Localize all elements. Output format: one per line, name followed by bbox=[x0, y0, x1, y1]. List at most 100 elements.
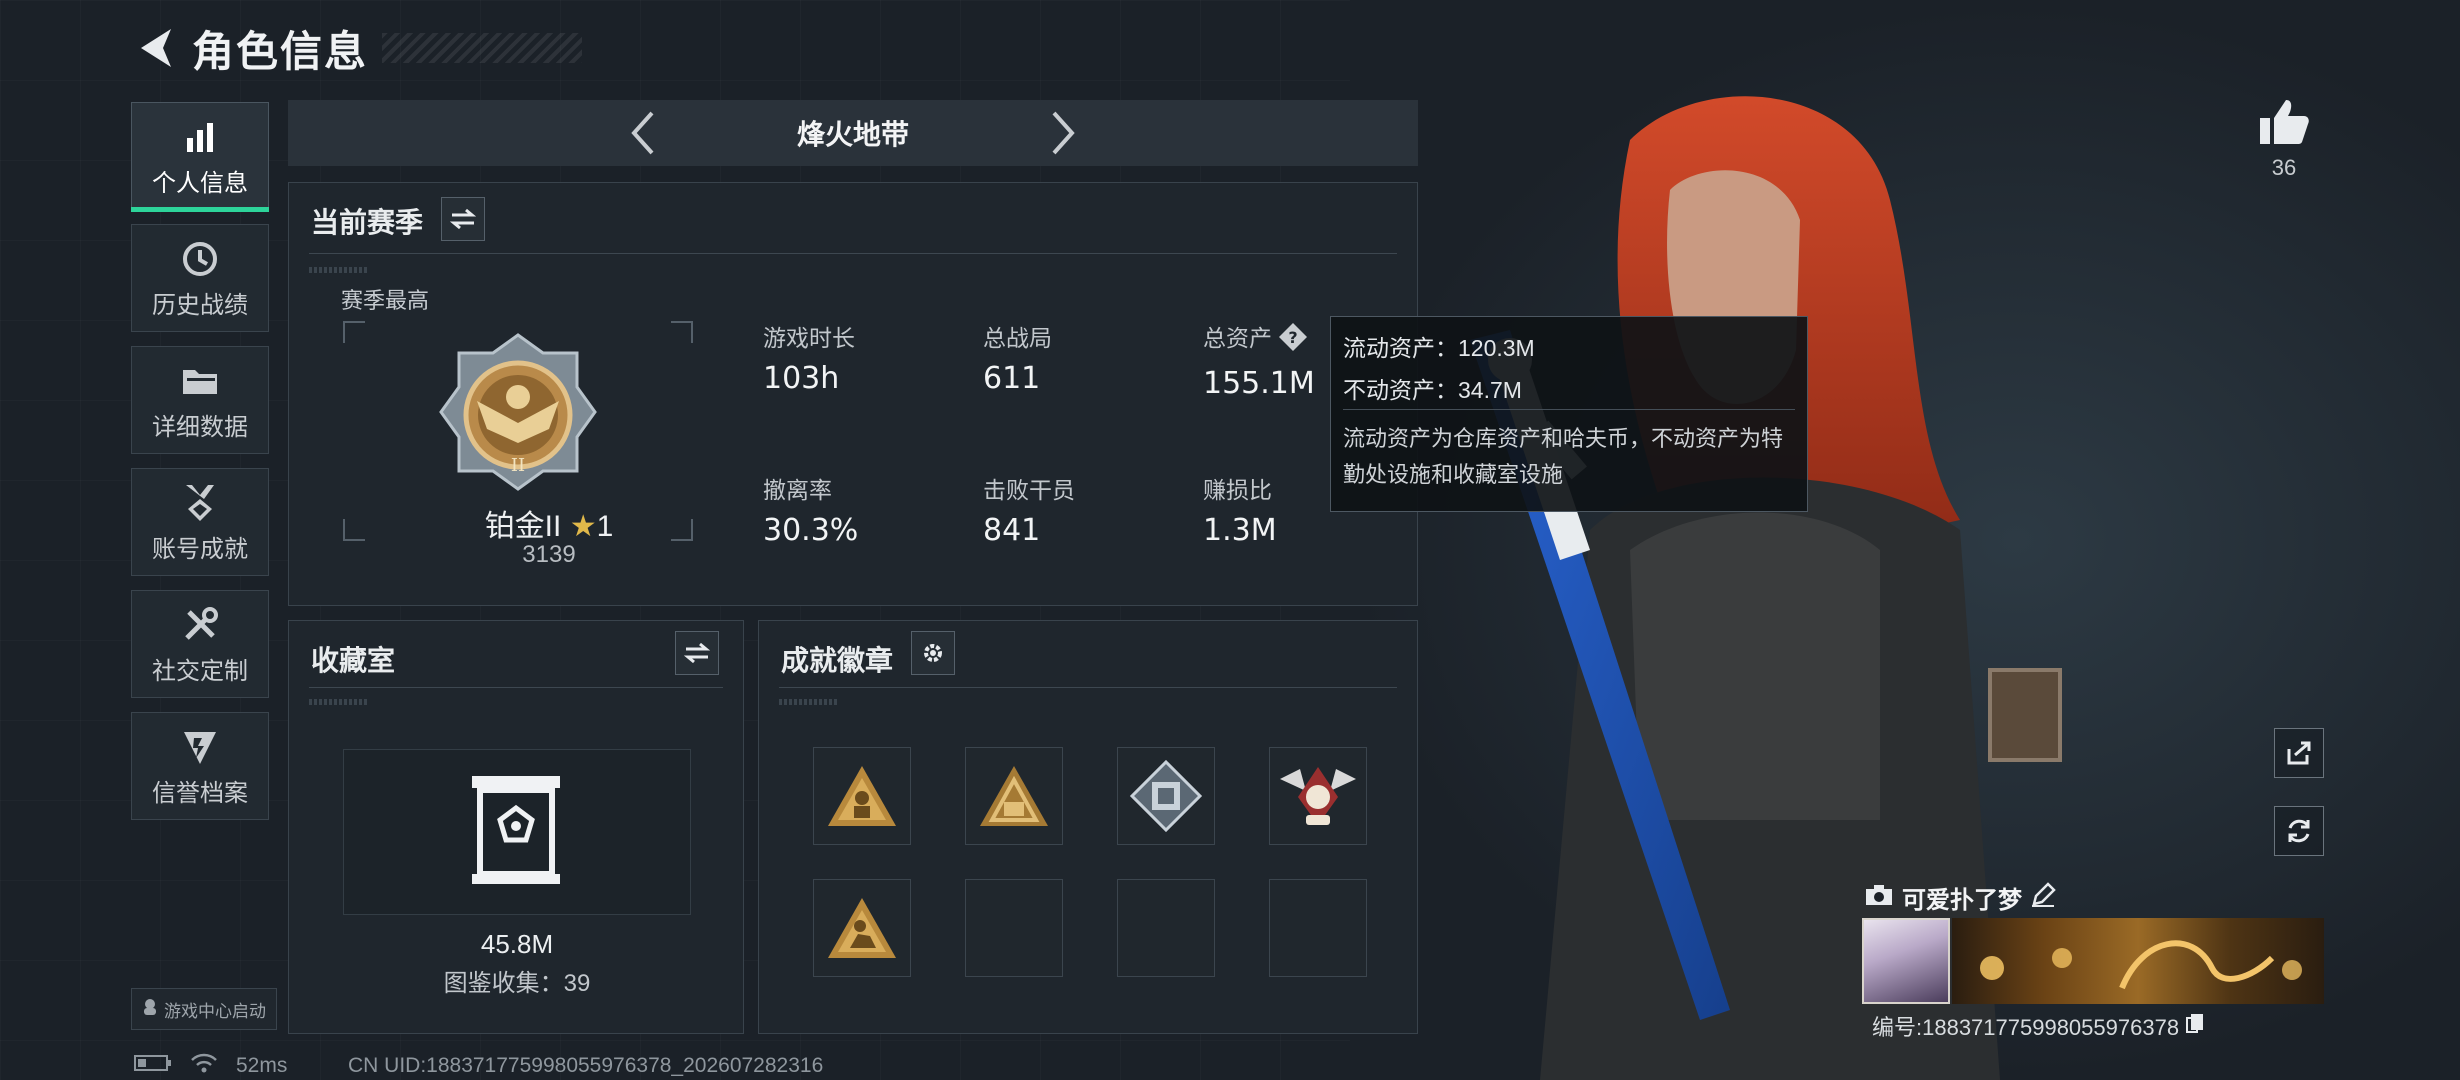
panel-divider bbox=[309, 253, 1397, 254]
badge-slot[interactable] bbox=[813, 747, 911, 845]
star-icon: ★ bbox=[569, 510, 597, 543]
decor-tag bbox=[779, 699, 839, 705]
refresh-icon bbox=[2288, 819, 2310, 843]
sidebar-item-achievements[interactable]: 账号成就 bbox=[131, 468, 269, 576]
sidebar-item-label: 账号成就 bbox=[152, 535, 248, 563]
game-center-label: 游戏中心启动 bbox=[164, 1001, 266, 1021]
sidebar-item-history[interactable]: 历史战绩 bbox=[131, 224, 269, 332]
stat-label: 击败干员 bbox=[983, 477, 1075, 503]
stat-profit-ratio: 赚损比 1.3M bbox=[1203, 471, 1277, 548]
sidebar-item-label: 详细数据 bbox=[152, 413, 248, 441]
season-switch-button[interactable] bbox=[441, 197, 485, 241]
ping-value: 52ms bbox=[236, 1054, 288, 1077]
tooltip-liquid-assets: 流动资产：120.3M bbox=[1343, 335, 1535, 361]
sidebar-item-label: 历史战绩 bbox=[152, 291, 248, 319]
collection-count: 图鉴收集：39 bbox=[443, 970, 591, 997]
like-button[interactable]: 36 bbox=[2256, 98, 2312, 181]
avatar[interactable] bbox=[1862, 918, 1950, 1004]
status-bar: 52ms bbox=[134, 1052, 287, 1080]
sidebar-item-label: 个人信息 bbox=[152, 169, 248, 197]
collection-switch-button[interactable] bbox=[675, 631, 719, 675]
stat-extract-rate: 撤离率 30.3% bbox=[763, 471, 858, 548]
tech-badge-icon bbox=[1130, 760, 1202, 832]
mode-tab-bar: 烽火地带 bbox=[288, 100, 1418, 166]
achievement-title: 成就徽章 bbox=[781, 645, 894, 676]
stat-label: 游戏时长 bbox=[763, 325, 855, 351]
stat-total-matches: 总战局 611 bbox=[983, 319, 1052, 396]
stat-label: 赚损比 bbox=[1203, 477, 1272, 503]
help-icon[interactable]: ? bbox=[1278, 322, 1308, 358]
sidebar-item-social[interactable]: 社交定制 bbox=[131, 590, 269, 698]
share-button[interactable] bbox=[2274, 728, 2324, 778]
back-arrow-icon[interactable] bbox=[130, 18, 180, 78]
svg-text:II: II bbox=[511, 455, 525, 476]
rank-name-row: 铂金II ★1 bbox=[439, 501, 659, 545]
folder-icon bbox=[181, 359, 219, 403]
game-center-button[interactable]: 游戏中心启动 bbox=[131, 988, 277, 1030]
achievement-settings-button[interactable] bbox=[911, 631, 955, 675]
stat-total-assets: 总资产? 155.1M bbox=[1203, 319, 1315, 401]
game-center-icon bbox=[142, 998, 158, 1021]
like-count: 36 bbox=[2271, 155, 2297, 180]
swap-icon bbox=[684, 642, 710, 664]
sidebar-item-label: 社交定制 bbox=[152, 657, 248, 685]
collection-panel[interactable]: 收藏室 45.8M 图鉴收集：39 bbox=[288, 620, 744, 1034]
panel-divider bbox=[309, 687, 723, 688]
soldier-badge-icon bbox=[828, 898, 896, 958]
stat-label: 总战局 bbox=[983, 325, 1052, 351]
sidebar-item-label: 信誉档案 bbox=[152, 779, 248, 807]
rotate-button[interactable] bbox=[2274, 806, 2324, 856]
mode-tab-title: 烽火地带 bbox=[796, 119, 909, 150]
rank-name: 铂金II bbox=[484, 510, 562, 543]
gear-icon bbox=[924, 644, 942, 662]
stat-value: 611 bbox=[983, 361, 1041, 396]
stat-kills: 击败干员 841 bbox=[983, 471, 1075, 548]
copy-icon[interactable] bbox=[2185, 1012, 2205, 1040]
stat-label: 撤离率 bbox=[763, 477, 832, 503]
stat-play-time: 游戏时长 103h bbox=[763, 319, 855, 396]
stat-value: 1.3M bbox=[1203, 513, 1277, 548]
trader-badge-icon bbox=[980, 766, 1048, 826]
badge-slot[interactable] bbox=[813, 879, 911, 977]
tooltip-fixed-assets: 不动资产：34.7M bbox=[1343, 377, 1522, 403]
sidebar: 个人信息 历史战绩 详细数据 账号成就 社交定制 信誉档案 bbox=[131, 102, 269, 834]
page-title: 角色信息 bbox=[192, 27, 369, 75]
collection-display bbox=[343, 749, 691, 915]
badge-slot-empty[interactable] bbox=[965, 879, 1063, 977]
player-name: 可爱扑了梦 bbox=[1902, 887, 2022, 914]
badge-slot[interactable] bbox=[965, 747, 1063, 845]
swap-icon bbox=[450, 208, 476, 230]
share-icon bbox=[2287, 741, 2311, 765]
badge-slot[interactable] bbox=[1117, 747, 1215, 845]
chevron-right-icon[interactable] bbox=[1033, 103, 1093, 163]
wifi-icon bbox=[190, 1052, 218, 1080]
stat-value: 103h bbox=[763, 361, 840, 396]
chevron-left-icon[interactable] bbox=[613, 103, 673, 163]
rank-score: 3139 bbox=[522, 541, 576, 568]
shield-icon bbox=[182, 725, 218, 769]
display-case-icon bbox=[468, 774, 564, 891]
account-uid: CN UID:18837177599805597​6378_2026072823… bbox=[348, 1054, 824, 1077]
sidebar-item-credit[interactable]: 信誉档案 bbox=[131, 712, 269, 820]
edit-icon[interactable] bbox=[2030, 882, 2056, 913]
stat-value: 30.3% bbox=[763, 513, 859, 548]
season-title: 当前赛季 bbox=[311, 207, 424, 238]
assets-tooltip: 流动资产：120.3M 不动资产：34.7M 流动资产为仓库资产和哈夫币，不动资… bbox=[1330, 316, 1808, 512]
rank-stars: 1 bbox=[596, 510, 614, 543]
tooltip-description: 流动资产为仓库资产和哈夫币，不动资产为特勤处设施和收藏室设施 bbox=[1343, 426, 1784, 487]
worker-badge-icon bbox=[828, 766, 896, 826]
camera-icon bbox=[1864, 883, 1894, 912]
badge-slot[interactable] bbox=[1269, 747, 1367, 845]
badge-slot-empty[interactable] bbox=[1269, 879, 1367, 977]
achievement-panel[interactable]: 成就徽章 bbox=[758, 620, 1418, 1034]
stat-value: 841 bbox=[983, 513, 1041, 548]
badge-slot-empty[interactable] bbox=[1117, 879, 1215, 977]
battery-icon bbox=[134, 1054, 172, 1078]
page-header: 角色信息 bbox=[130, 18, 583, 78]
sidebar-item-personal-info[interactable]: 个人信息 bbox=[131, 102, 269, 212]
stat-label: 总资产? bbox=[1203, 319, 1315, 358]
sidebar-item-detail-data[interactable]: 详细数据 bbox=[131, 346, 269, 454]
collection-value: 45.8M bbox=[480, 929, 554, 959]
panel-divider bbox=[779, 687, 1397, 688]
stat-value: 155.1M bbox=[1203, 365, 1315, 401]
